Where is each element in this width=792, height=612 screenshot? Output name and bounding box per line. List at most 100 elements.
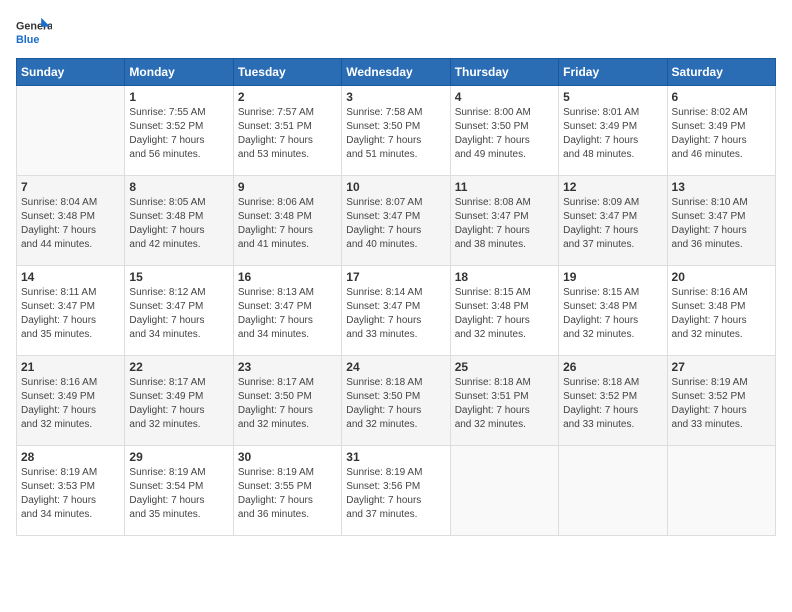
day-number: 9 [238,180,337,194]
calendar-cell: 10 Sunrise: 8:07 AMSunset: 3:47 PMDayligh… [342,176,450,266]
day-info: Sunrise: 7:57 AMSunset: 3:51 PMDaylight:… [238,106,337,162]
day-info: Sunrise: 7:55 AMSunset: 3:52 PMDaylight:… [129,106,228,162]
day-number: 23 [238,360,337,374]
day-info: Sunrise: 8:16 AMSunset: 3:48 PMDaylight:… [672,286,771,342]
calendar-cell: 11 Sunrise: 8:08 AMSunset: 3:47 PMDayligh… [450,176,558,266]
day-number: 5 [563,90,662,104]
day-info: Sunrise: 8:18 AMSunset: 3:50 PMDaylight:… [346,376,445,432]
col-header-friday: Friday [559,59,667,86]
calendar-cell: 8 Sunrise: 8:05 AMSunset: 3:48 PMDaylight… [125,176,233,266]
calendar-cell: 20 Sunrise: 8:16 AMSunset: 3:48 PMDayligh… [667,266,775,356]
day-info: Sunrise: 8:00 AMSunset: 3:50 PMDaylight:… [455,106,554,162]
day-info: Sunrise: 8:07 AMSunset: 3:47 PMDaylight:… [346,196,445,252]
day-info: Sunrise: 8:10 AMSunset: 3:47 PMDaylight:… [672,196,771,252]
calendar-cell [17,86,125,176]
day-info: Sunrise: 8:17 AMSunset: 3:49 PMDaylight:… [129,376,228,432]
day-info: Sunrise: 8:19 AMSunset: 3:52 PMDaylight:… [672,376,771,432]
day-number: 13 [672,180,771,194]
calendar-cell: 1 Sunrise: 7:55 AMSunset: 3:52 PMDaylight… [125,86,233,176]
day-number: 27 [672,360,771,374]
calendar-cell: 30 Sunrise: 8:19 AMSunset: 3:55 PMDayligh… [233,446,341,536]
calendar-cell: 16 Sunrise: 8:13 AMSunset: 3:47 PMDayligh… [233,266,341,356]
calendar-week-3: 14Sunrise: 8:11 AMSunset: 3:47 PMDayligh… [17,266,776,356]
day-info: Sunrise: 8:19 AMSunset: 3:53 PMDaylight:… [21,466,120,522]
calendar-cell: 23 Sunrise: 8:17 AMSunset: 3:50 PMDayligh… [233,356,341,446]
calendar-cell: 14Sunrise: 8:11 AMSunset: 3:47 PMDayligh… [17,266,125,356]
day-info: Sunrise: 8:08 AMSunset: 3:47 PMDaylight:… [455,196,554,252]
day-number: 3 [346,90,445,104]
calendar-cell [559,446,667,536]
day-number: 26 [563,360,662,374]
day-number: 28 [21,450,120,464]
day-info: Sunrise: 8:19 AMSunset: 3:54 PMDaylight:… [129,466,228,522]
col-header-monday: Monday [125,59,233,86]
day-number: 20 [672,270,771,284]
day-number: 16 [238,270,337,284]
day-number: 29 [129,450,228,464]
day-number: 24 [346,360,445,374]
day-number: 21 [21,360,120,374]
day-info: Sunrise: 8:14 AMSunset: 3:47 PMDaylight:… [346,286,445,342]
calendar-cell: 31 Sunrise: 8:19 AMSunset: 3:56 PMDayligh… [342,446,450,536]
calendar-cell: 7 Sunrise: 8:04 AMSunset: 3:48 PMDaylight… [17,176,125,266]
calendar-cell [450,446,558,536]
calendar-cell: 29 Sunrise: 8:19 AMSunset: 3:54 PMDayligh… [125,446,233,536]
day-number: 30 [238,450,337,464]
day-info: Sunrise: 8:11 AMSunset: 3:47 PMDaylight:… [21,286,120,342]
calendar-cell: 3 Sunrise: 7:58 AMSunset: 3:50 PMDaylight… [342,86,450,176]
day-info: Sunrise: 8:05 AMSunset: 3:48 PMDaylight:… [129,196,228,252]
calendar-cell: 2 Sunrise: 7:57 AMSunset: 3:51 PMDaylight… [233,86,341,176]
day-info: Sunrise: 8:18 AMSunset: 3:52 PMDaylight:… [563,376,662,432]
day-number: 22 [129,360,228,374]
day-info: Sunrise: 8:15 AMSunset: 3:48 PMDaylight:… [563,286,662,342]
day-number: 1 [129,90,228,104]
day-number: 11 [455,180,554,194]
day-info: Sunrise: 8:13 AMSunset: 3:47 PMDaylight:… [238,286,337,342]
calendar-cell: 17 Sunrise: 8:14 AMSunset: 3:47 PMDayligh… [342,266,450,356]
calendar-cell: 25 Sunrise: 8:18 AMSunset: 3:51 PMDayligh… [450,356,558,446]
col-header-sunday: Sunday [17,59,125,86]
calendar-cell: 28 Sunrise: 8:19 AMSunset: 3:53 PMDayligh… [17,446,125,536]
day-number: 18 [455,270,554,284]
calendar-cell: 26 Sunrise: 8:18 AMSunset: 3:52 PMDayligh… [559,356,667,446]
calendar-cell: 6Sunrise: 8:02 AMSunset: 3:49 PMDaylight… [667,86,775,176]
calendar-cell: 5 Sunrise: 8:01 AMSunset: 3:49 PMDaylight… [559,86,667,176]
day-info: Sunrise: 7:58 AMSunset: 3:50 PMDaylight:… [346,106,445,162]
day-number: 2 [238,90,337,104]
day-info: Sunrise: 8:19 AMSunset: 3:55 PMDaylight:… [238,466,337,522]
logo-icon: GeneralBlue [16,16,52,52]
day-number: 10 [346,180,445,194]
day-info: Sunrise: 8:04 AMSunset: 3:48 PMDaylight:… [21,196,120,252]
calendar-cell: 27 Sunrise: 8:19 AMSunset: 3:52 PMDayligh… [667,356,775,446]
day-info: Sunrise: 8:06 AMSunset: 3:48 PMDaylight:… [238,196,337,252]
calendar-cell: 24 Sunrise: 8:18 AMSunset: 3:50 PMDayligh… [342,356,450,446]
calendar-table: SundayMondayTuesdayWednesdayThursdayFrid… [16,58,776,536]
calendar-week-5: 28 Sunrise: 8:19 AMSunset: 3:53 PMDayligh… [17,446,776,536]
day-number: 12 [563,180,662,194]
day-info: Sunrise: 8:16 AMSunset: 3:49 PMDaylight:… [21,376,120,432]
day-info: Sunrise: 8:01 AMSunset: 3:49 PMDaylight:… [563,106,662,162]
calendar-cell: 15Sunrise: 8:12 AMSunset: 3:47 PMDayligh… [125,266,233,356]
day-info: Sunrise: 8:09 AMSunset: 3:47 PMDaylight:… [563,196,662,252]
svg-text:Blue: Blue [16,34,39,46]
day-number: 31 [346,450,445,464]
calendar-cell: 4 Sunrise: 8:00 AMSunset: 3:50 PMDaylight… [450,86,558,176]
day-number: 7 [21,180,120,194]
day-info: Sunrise: 8:18 AMSunset: 3:51 PMDaylight:… [455,376,554,432]
day-number: 25 [455,360,554,374]
calendar-cell: 18Sunrise: 8:15 AMSunset: 3:48 PMDayligh… [450,266,558,356]
calendar-cell: 13 Sunrise: 8:10 AMSunset: 3:47 PMDayligh… [667,176,775,266]
calendar-cell [667,446,775,536]
col-header-thursday: Thursday [450,59,558,86]
col-header-wednesday: Wednesday [342,59,450,86]
calendar-week-2: 7 Sunrise: 8:04 AMSunset: 3:48 PMDaylight… [17,176,776,266]
day-info: Sunrise: 8:17 AMSunset: 3:50 PMDaylight:… [238,376,337,432]
page-header: GeneralBlue [16,16,776,52]
day-number: 8 [129,180,228,194]
calendar-cell: 19Sunrise: 8:15 AMSunset: 3:48 PMDayligh… [559,266,667,356]
calendar-week-1: 1 Sunrise: 7:55 AMSunset: 3:52 PMDaylight… [17,86,776,176]
day-number: 17 [346,270,445,284]
day-number: 4 [455,90,554,104]
day-info: Sunrise: 8:19 AMSunset: 3:56 PMDaylight:… [346,466,445,522]
col-header-saturday: Saturday [667,59,775,86]
